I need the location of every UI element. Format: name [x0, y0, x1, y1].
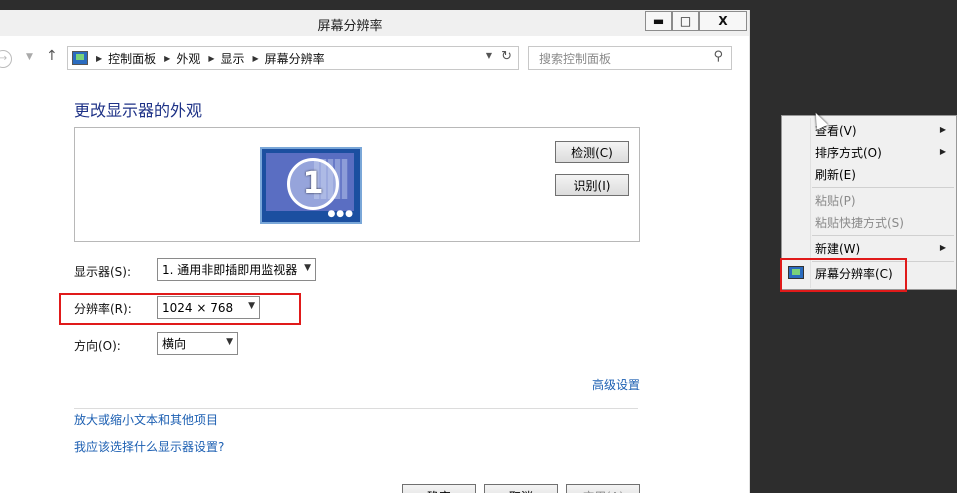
recent-dropdown-icon[interactable]: ▼	[26, 52, 33, 62]
monitor-dots-icon: ●●●	[327, 209, 354, 219]
close-button[interactable]: X	[699, 11, 747, 31]
menu-highlight-box	[780, 258, 907, 292]
back-arrow-icon[interactable]: →	[0, 50, 12, 68]
display-label: 显示器(S):	[74, 265, 132, 279]
monitor-number-badge: 1	[287, 158, 339, 210]
breadcrumb-separator-icon[interactable]: ▶	[208, 54, 214, 63]
advanced-settings-link[interactable]: 高级设置	[592, 376, 640, 393]
menu-separator	[812, 235, 954, 236]
menu-item-refresh[interactable]: 刷新(E)	[815, 166, 856, 183]
breadcrumb-screen-resolution[interactable]: 屏幕分辨率	[265, 50, 325, 67]
apply-button[interactable]: 应用(A)	[566, 484, 640, 493]
breadcrumb-control-panel[interactable]: 控制面板	[108, 50, 156, 67]
monitor-icon[interactable]: 1 ●●●	[260, 147, 362, 224]
breadcrumb-separator-icon[interactable]: ▶	[96, 54, 102, 63]
breadcrumb-separator-icon[interactable]: ▶	[164, 54, 170, 63]
ok-button[interactable]: 确定	[402, 484, 476, 493]
divider	[74, 408, 638, 409]
address-bar[interactable]: ▶ 控制面板 ▶ 外观 ▶ 显示 ▶ 屏幕分辨率 ▼ ↻	[67, 46, 519, 70]
display-select[interactable]: 1. 通用非即插即用监视器 ▼	[157, 258, 316, 281]
minimize-button[interactable]: ▬	[645, 11, 672, 31]
breadcrumb-appearance[interactable]: 外观	[176, 50, 200, 67]
display-select-value: 1. 通用非即插即用监视器	[162, 263, 298, 277]
resolution-select[interactable]: 1024 × 768 ▼	[157, 296, 260, 319]
submenu-arrow-icon: ▶	[939, 125, 946, 134]
menu-item-paste-shortcut[interactable]: 粘贴快捷方式(S)	[815, 214, 904, 231]
navigation-bar: → ▼ ↑ ▶ 控制面板 ▶ 外观 ▶ 显示 ▶ 屏幕分辨率 ▼ ↻ 搜索控制面…	[0, 36, 749, 78]
up-arrow-icon[interactable]: ↑	[46, 48, 58, 64]
screen-resolution-window: 屏幕分辨率 ▬ □ X → ▼ ↑ ▶ 控制面板 ▶ 外观 ▶ 显示 ▶ 屏幕分…	[0, 10, 750, 493]
title-bar[interactable]: 屏幕分辨率 ▬ □ X	[0, 10, 749, 37]
chevron-down-icon: ▼	[248, 301, 255, 311]
search-box[interactable]: 搜索控制面板 ⚲	[528, 46, 732, 70]
breadcrumb-display[interactable]: 显示	[221, 50, 245, 67]
window-title: 屏幕分辨率	[317, 19, 383, 34]
submenu-arrow-icon: ▶	[939, 243, 946, 252]
orientation-select-value: 横向	[162, 337, 187, 351]
orientation-select[interactable]: 横向 ▼	[157, 332, 238, 355]
breadcrumb-separator-icon[interactable]: ▶	[253, 54, 259, 63]
chevron-down-icon: ▼	[226, 337, 233, 347]
search-icon[interactable]: ⚲	[713, 49, 723, 64]
search-input[interactable]: 搜索控制面板	[539, 50, 611, 67]
page-title: 更改显示器的外观	[74, 101, 203, 120]
menu-item-new[interactable]: 新建(W)	[815, 240, 860, 257]
chevron-down-icon: ▼	[304, 263, 311, 273]
menu-separator	[812, 187, 954, 188]
display-preview-panel: 1 ●●● 检测(C) 识别(I)	[74, 127, 640, 242]
control-panel-icon	[72, 51, 88, 65]
address-dropdown-icon[interactable]: ▼	[486, 51, 492, 60]
orientation-label: 方向(O):	[74, 339, 121, 353]
cancel-button[interactable]: 取消	[484, 484, 558, 493]
submenu-arrow-icon: ▶	[939, 147, 946, 156]
resolution-select-value: 1024 × 768	[162, 300, 234, 315]
detect-button[interactable]: 检测(C)	[555, 141, 629, 163]
menu-item-paste[interactable]: 粘贴(P)	[815, 192, 856, 209]
identify-button[interactable]: 识别(I)	[555, 174, 629, 196]
maximize-button[interactable]: □	[672, 11, 699, 31]
which-settings-link[interactable]: 我应该选择什么显示器设置?	[74, 438, 224, 455]
menu-item-sort-by[interactable]: 排序方式(O)	[815, 144, 882, 161]
resolution-label: 分辨率(R):	[74, 302, 132, 316]
refresh-icon[interactable]: ↻	[501, 49, 512, 64]
text-size-link[interactable]: 放大或缩小文本和其他项目	[74, 411, 218, 428]
